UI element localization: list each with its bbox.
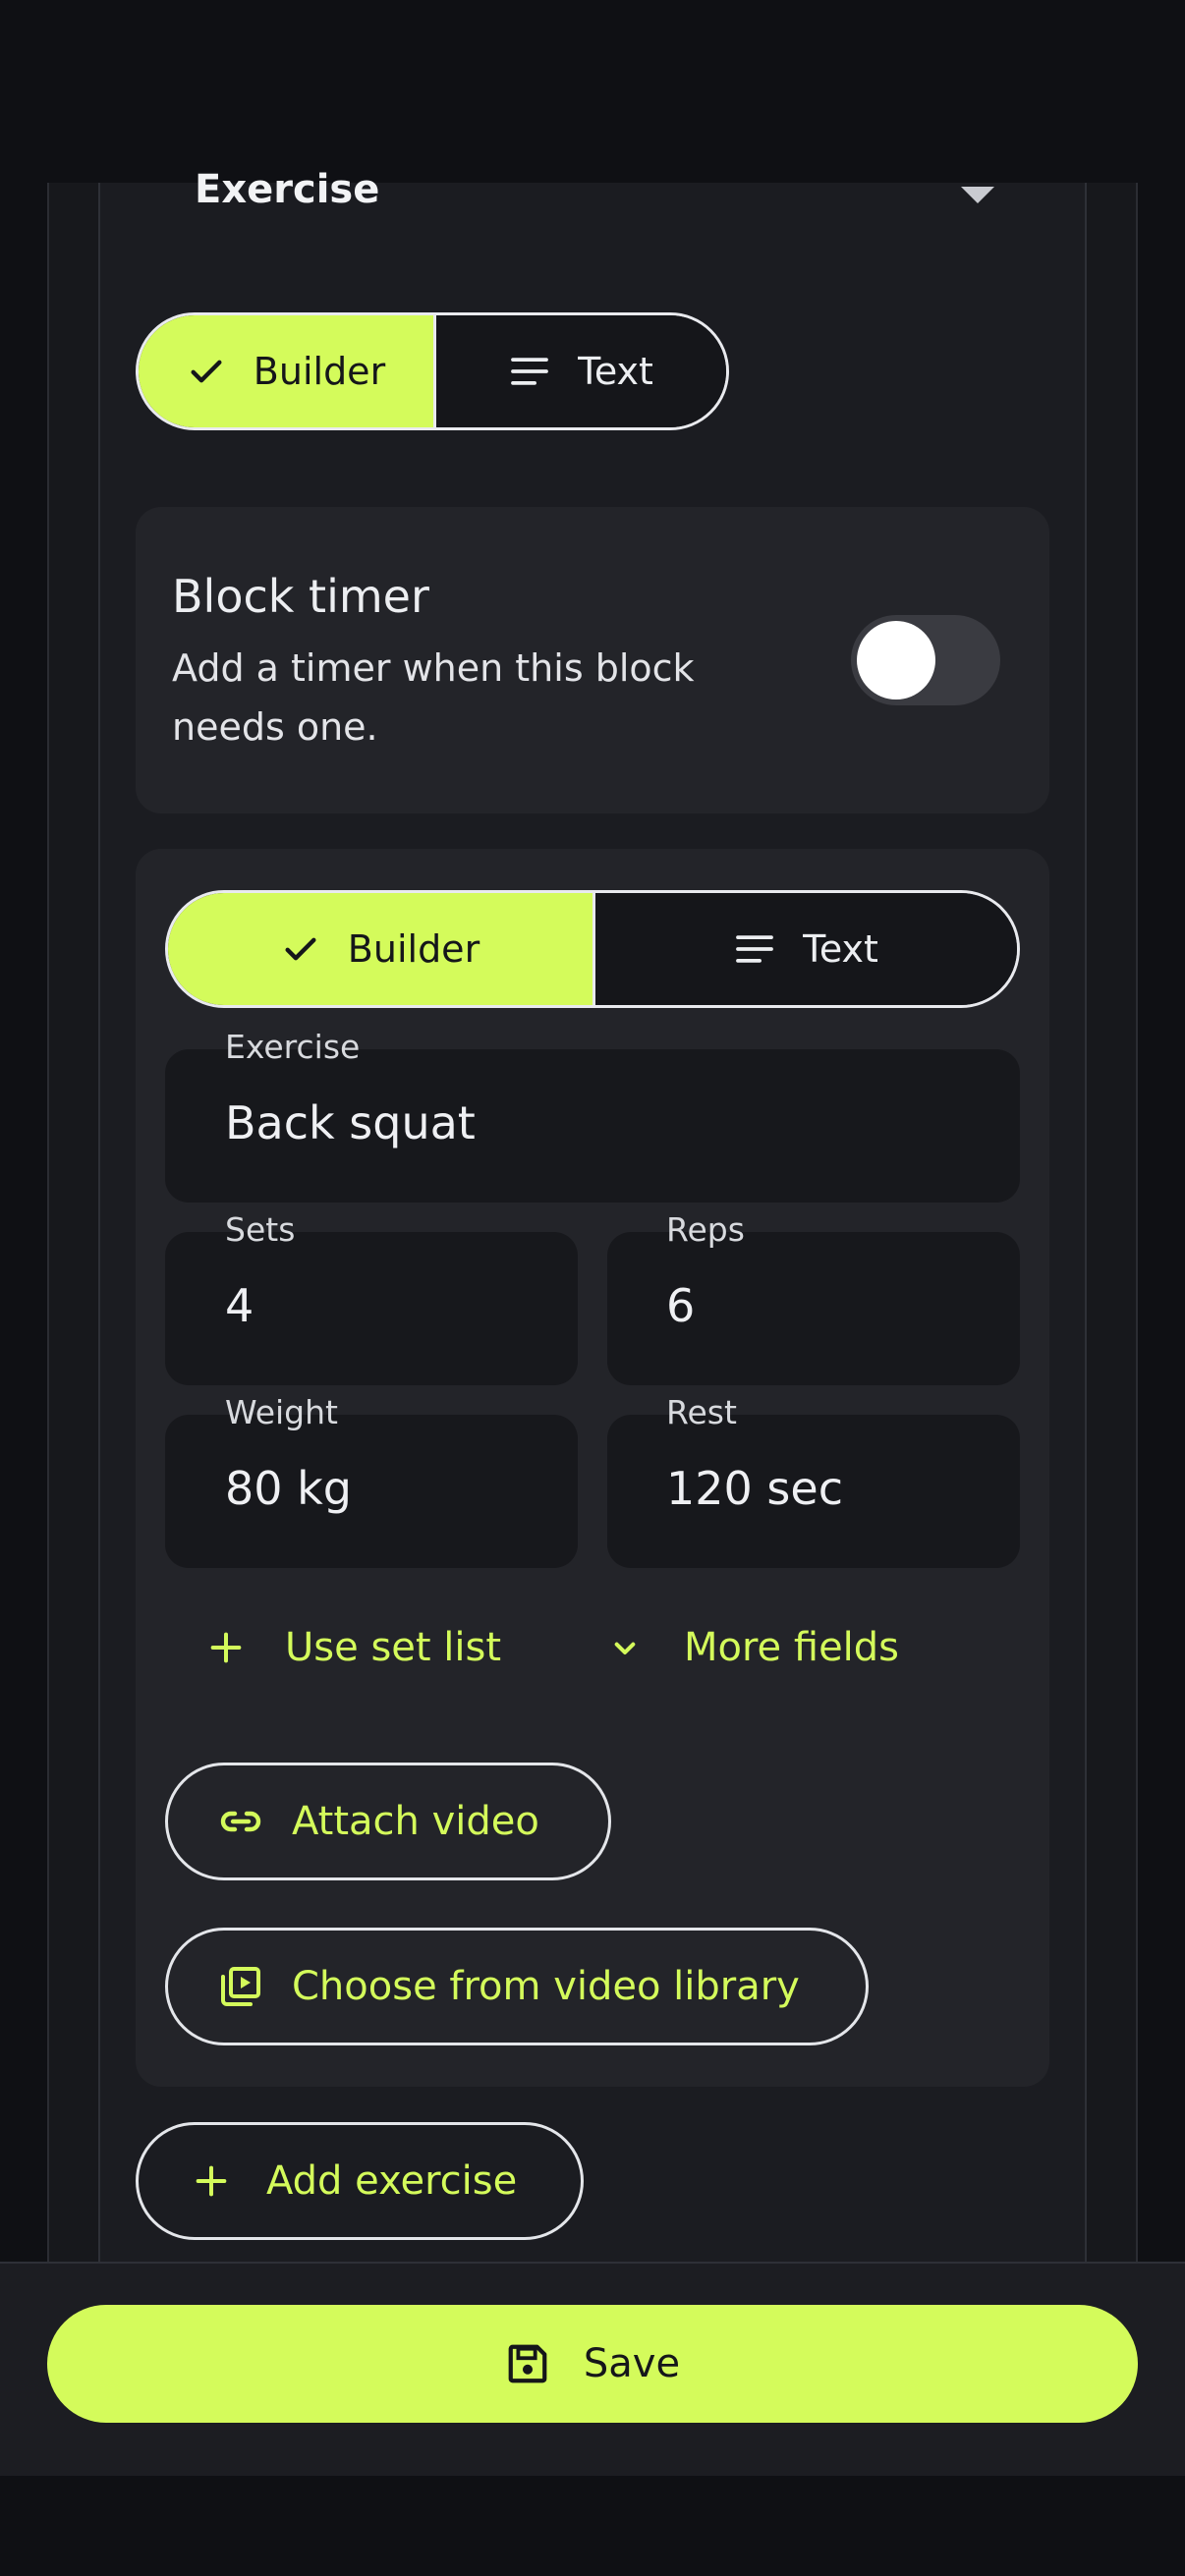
status-bar-area <box>0 0 1185 183</box>
use-set-list-button[interactable]: Use set list <box>206 1625 501 1670</box>
attach-video-label: Attach video <box>292 1799 539 1844</box>
lines-icon <box>511 358 548 385</box>
exercise-mode-toggle: Builder Text <box>165 890 1020 1008</box>
block-timer-switch[interactable] <box>851 615 1000 705</box>
rest-label: Rest <box>666 1393 737 1431</box>
home-indicator-area <box>0 2476 1185 2576</box>
check-icon <box>191 360 222 383</box>
exercise-type-select-label[interactable]: Exercise <box>195 167 379 212</box>
exercise-builder-mode-label: Builder <box>347 927 480 971</box>
builder-mode-button[interactable]: Builder <box>139 315 433 427</box>
exercise-builder-mode-button[interactable]: Builder <box>168 893 592 1005</box>
attach-video-button[interactable]: Attach video <box>165 1763 611 1880</box>
choose-video-library-button[interactable]: Choose from video library <box>165 1928 869 2045</box>
save-button[interactable]: Save <box>47 2305 1138 2423</box>
sets-label: Sets <box>225 1210 296 1249</box>
block-mode-toggle: Builder Text <box>136 312 729 430</box>
caret-down-icon[interactable] <box>961 187 994 203</box>
reps-value: 6 <box>666 1279 696 1332</box>
use-set-list-label: Use set list <box>285 1625 502 1670</box>
add-exercise-button[interactable]: Add exercise <box>136 2122 584 2240</box>
check-icon <box>285 937 316 961</box>
exercise-name-label: Exercise <box>225 1028 361 1066</box>
save-label: Save <box>583 2341 681 2386</box>
switch-knob <box>857 621 935 700</box>
text-mode-label: Text <box>578 350 653 393</box>
weight-label: Weight <box>225 1393 338 1431</box>
choose-video-library-label: Choose from video library <box>292 1964 800 2009</box>
block-timer-description: Add a timer when this block needs one. <box>172 646 695 749</box>
block-timer-title: Block timer <box>172 570 429 623</box>
add-exercise-label: Add exercise <box>266 2158 518 2204</box>
more-fields-label: More fields <box>684 1625 900 1670</box>
more-fields-button[interactable]: More fields <box>605 1625 899 1670</box>
reps-label: Reps <box>666 1210 745 1249</box>
text-mode-button[interactable]: Text <box>433 315 726 427</box>
sets-value: 4 <box>225 1279 254 1332</box>
plus-icon <box>196 2165 227 2197</box>
lines-icon <box>736 935 773 963</box>
exercise-text-mode-label: Text <box>803 927 878 971</box>
weight-value: 80 kg <box>225 1462 352 1515</box>
builder-mode-label: Builder <box>253 350 386 393</box>
floppy-disk-icon <box>508 2344 547 2383</box>
plus-icon <box>210 1632 242 1663</box>
link-icon <box>220 1811 261 1832</box>
video-library-icon <box>221 1967 260 2006</box>
chevron-down-icon <box>614 1642 636 1654</box>
exercise-name-value: Back squat <box>225 1096 476 1149</box>
exercise-text-mode-button[interactable]: Text <box>592 893 1017 1005</box>
rest-value: 120 sec <box>666 1462 843 1515</box>
